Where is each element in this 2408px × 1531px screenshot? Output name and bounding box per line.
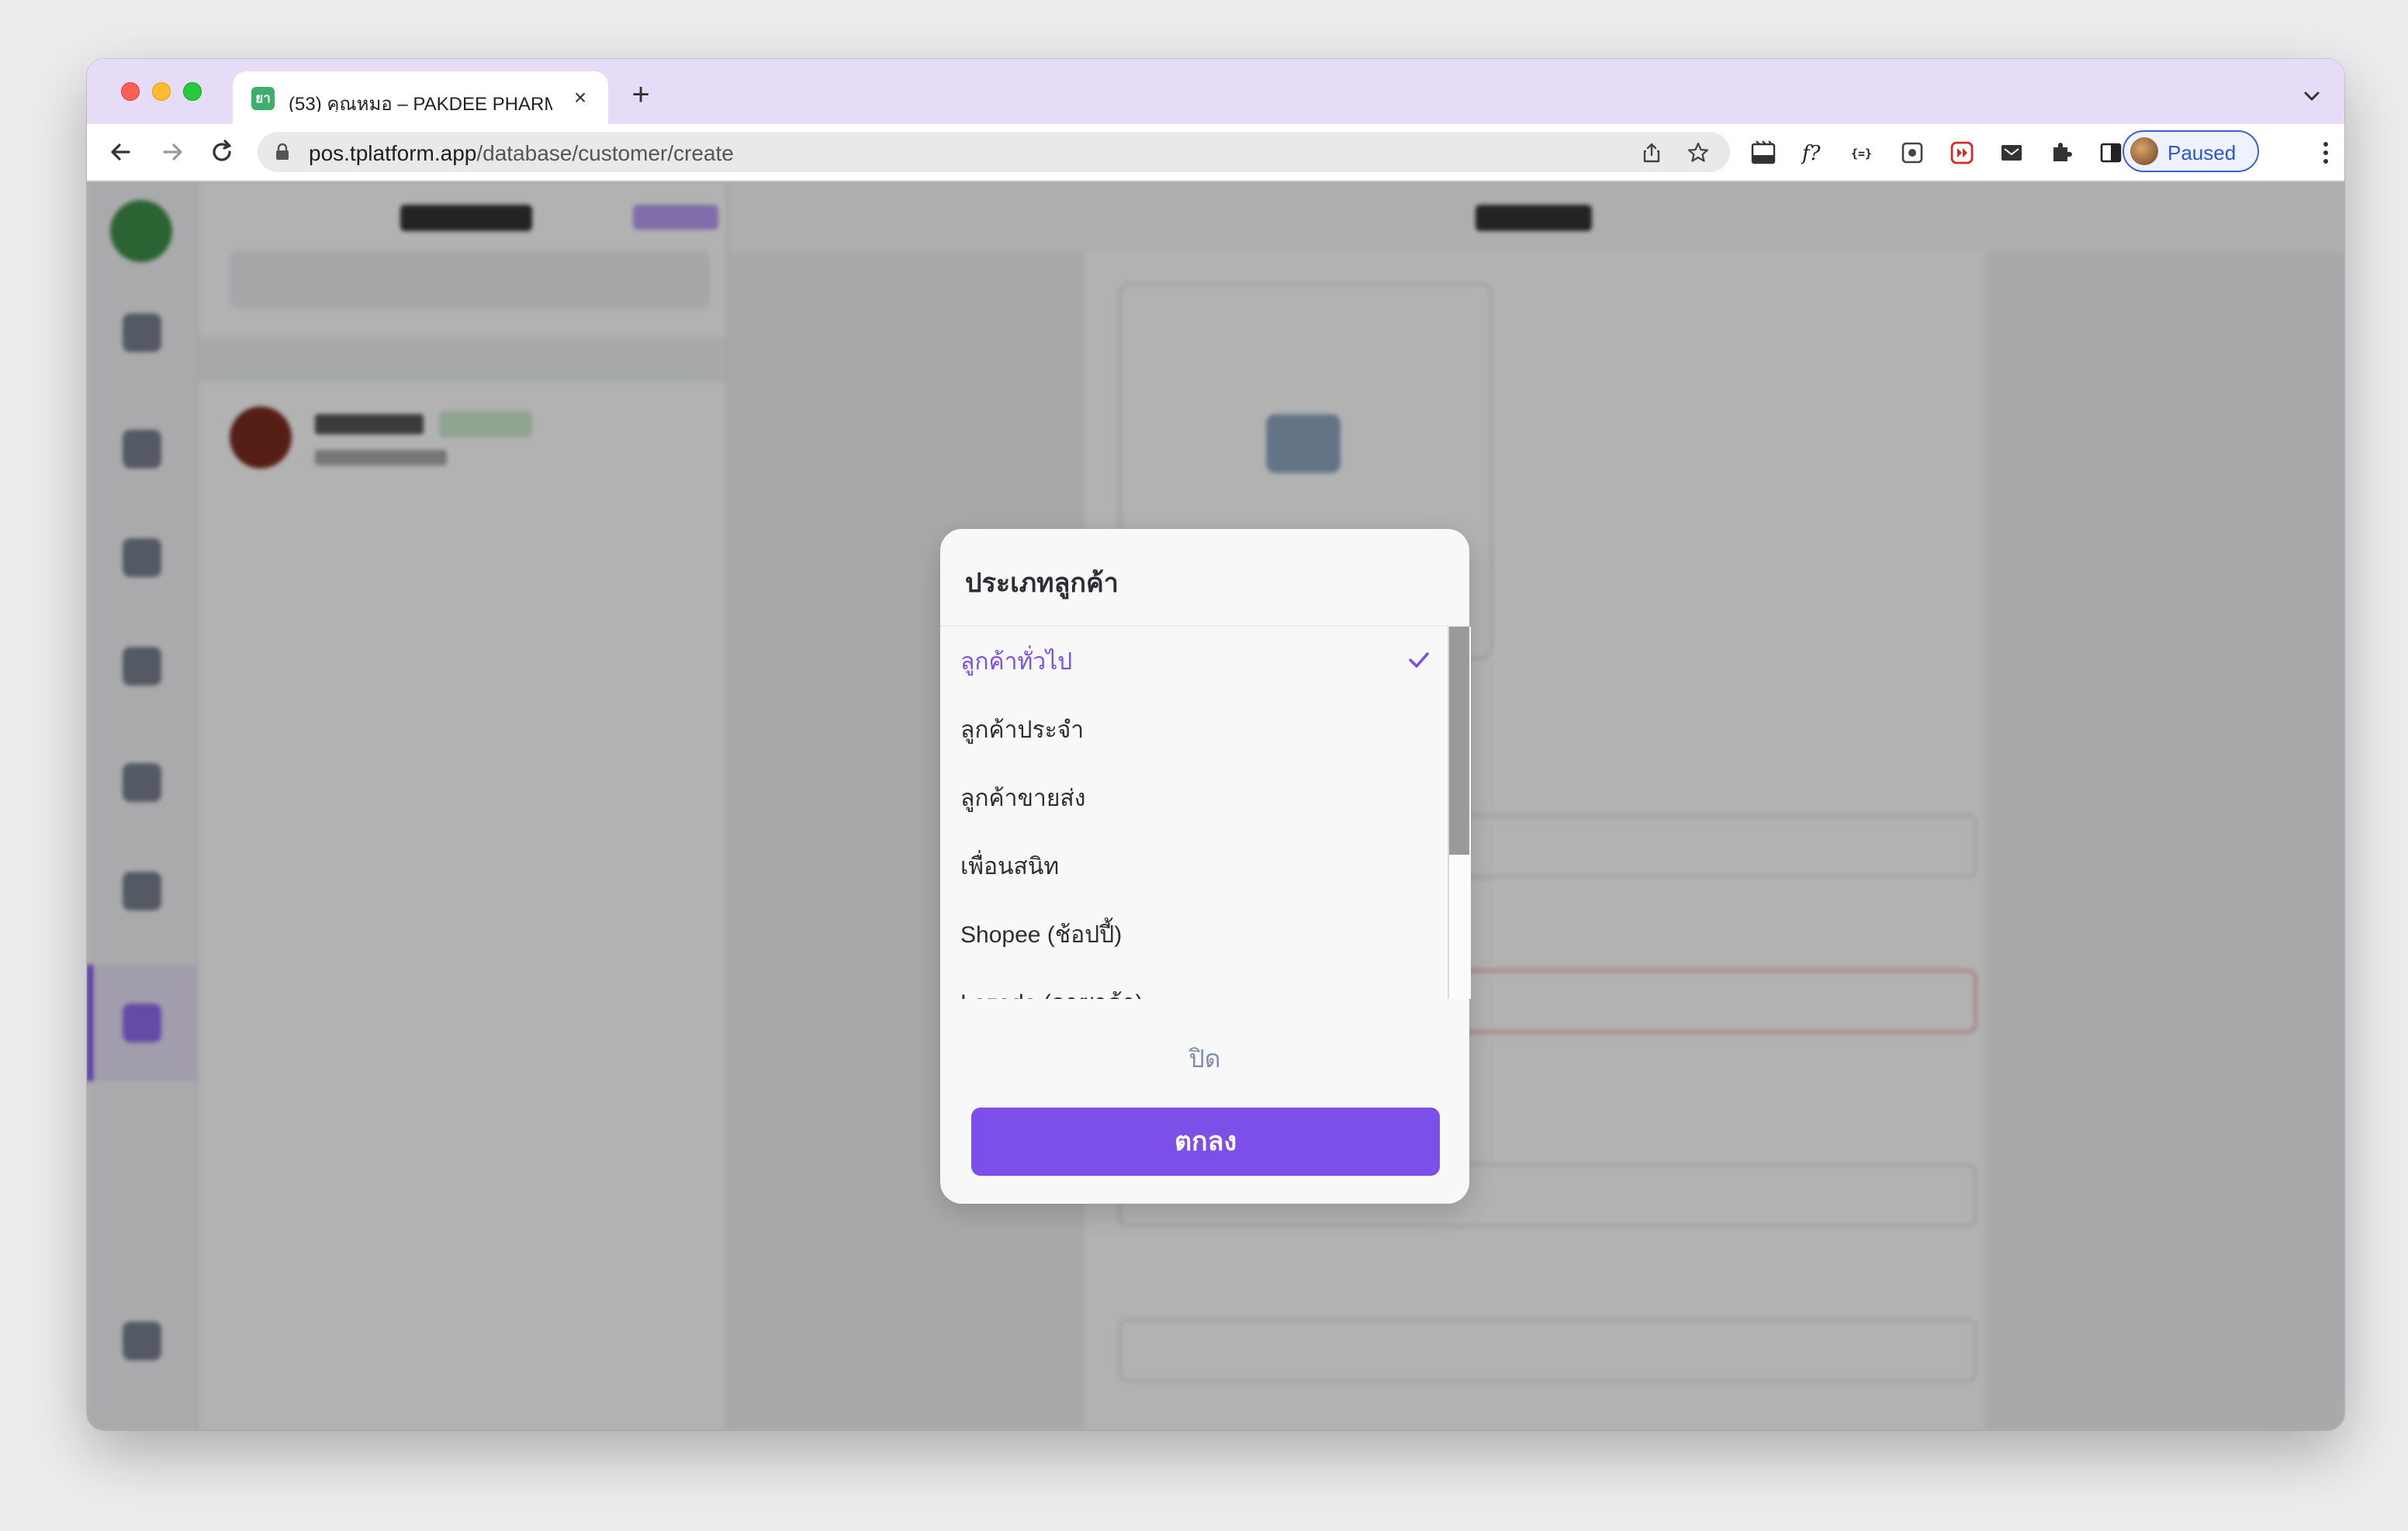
url-host: pos.tplatform.app	[309, 141, 477, 165]
address-bar[interactable]: pos.tplatform.app/database/customer/crea…	[258, 132, 1730, 172]
close-window-button[interactable]	[121, 82, 140, 101]
new-extension-icon[interactable]	[1750, 140, 1777, 166]
screenshot-extension-icon[interactable]	[1899, 140, 1925, 166]
confirm-button[interactable]: ตกลง	[971, 1108, 1440, 1176]
customer-type-modal: ประเภทลูกค้า ลูกค้าทั่วไป ลูกค้าประจำ ลู…	[940, 529, 1471, 1204]
browser-toolbar: pos.tplatform.app/database/customer/crea…	[87, 124, 2344, 181]
check-icon	[1409, 652, 1429, 668]
profile-button[interactable]: Paused	[2123, 130, 2259, 172]
option-wholesale-customer[interactable]: ลูกค้าขายส่ง	[960, 776, 1426, 822]
modal-title: ประเภทลูกค้า	[965, 569, 1119, 598]
option-general-customer[interactable]: ลูกค้าทั่วไป	[960, 639, 1426, 686]
new-tab-button[interactable]: +	[625, 79, 656, 110]
scrollbar-thumb[interactable]	[1449, 627, 1469, 855]
list-scrollbar[interactable]	[1448, 627, 1471, 999]
page-viewport: ประเภทลูกค้า ลูกค้าทั่วไป ลูกค้าประจำ ลู…	[87, 181, 2344, 1430]
url-text: pos.tplatform.app/database/customer/crea…	[309, 141, 734, 165]
tab-title: (53) คุณหมอ – PAKDEE PHARMACY	[289, 94, 552, 112]
more-menu-icon[interactable]	[2321, 140, 2330, 166]
browser-window: ยา (53) คุณหมอ – PAKDEE PHARMACY × + pos…	[87, 59, 2344, 1430]
tab-close-icon[interactable]: ×	[566, 84, 594, 112]
svg-text:{=}: {=}	[1851, 147, 1872, 161]
option-lazada[interactable]: Lazada (ลาซาด้า)	[960, 980, 1426, 999]
tab-strip: ยา (53) คุณหมอ – PAKDEE PHARMACY × +	[87, 59, 2344, 124]
customer-type-list: ลูกค้าทั่วไป ลูกค้าประจำ ลูกค้าขายส่ง เพ…	[940, 627, 1444, 999]
minimize-window-button[interactable]	[152, 82, 171, 101]
profile-avatar	[2130, 137, 2158, 165]
option-close-friend[interactable]: เพื่อนสนิท	[960, 844, 1426, 890]
url-path: /database/customer/create	[476, 141, 734, 165]
zoom-window-button[interactable]	[183, 82, 202, 101]
side-panel-icon[interactable]	[2098, 140, 2124, 166]
json-viewer-icon[interactable]: {=}	[1849, 140, 1876, 166]
video-speed-icon[interactable]	[1949, 140, 1975, 166]
profile-status: Paused	[2168, 141, 2237, 164]
favicon-icon: ยา	[251, 87, 275, 110]
puzzle-extensions-icon[interactable]	[2048, 140, 2074, 166]
forward-arrow-icon[interactable]	[157, 137, 188, 168]
lock-icon[interactable]	[275, 143, 290, 161]
share-icon[interactable]	[1640, 141, 1663, 164]
close-button[interactable]: ปิด	[940, 1039, 1469, 1079]
mail-extension-icon[interactable]	[1998, 140, 2025, 166]
reload-icon[interactable]	[206, 137, 237, 168]
tab-search-chevron-icon[interactable]	[2301, 85, 2323, 107]
font-finder-icon[interactable]: f?	[1800, 140, 1826, 166]
option-regular-customer[interactable]: ลูกค้าประจำ	[960, 707, 1426, 754]
browser-tab[interactable]: ยา (53) คุณหมอ – PAKDEE PHARMACY ×	[233, 71, 608, 124]
back-arrow-icon[interactable]	[106, 137, 137, 168]
svg-text:f?: f?	[1801, 142, 1822, 165]
option-shopee[interactable]: Shopee (ช้อปปี้)	[960, 912, 1426, 959]
bookmark-star-icon[interactable]	[1687, 141, 1710, 164]
